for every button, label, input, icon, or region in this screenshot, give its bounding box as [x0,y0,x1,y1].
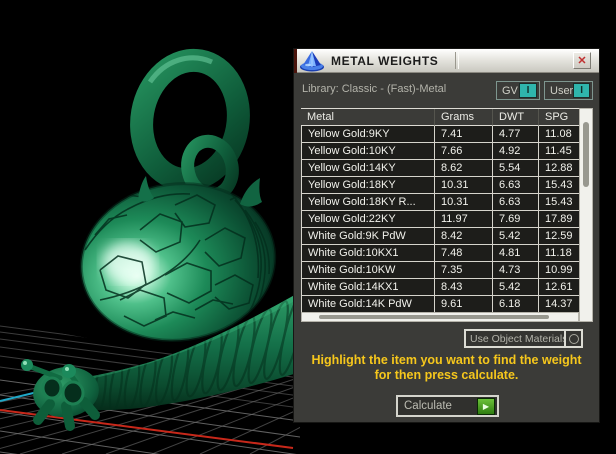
value-cell: 5.42 [493,228,539,245]
materials-dropdown[interactable]: Use Object Materials [464,329,583,348]
value-cell: 15.43 [539,194,579,211]
application-window: METAL WEIGHTS ✕ Library: Classic - (Fast… [0,0,616,454]
value-cell: 15.43 [539,177,579,194]
value-cell: 12.88 [539,160,579,177]
value-cell: 4.77 [493,126,539,143]
value-cell: 7.48 [435,245,493,262]
value-cell: 10.31 [435,177,493,194]
metal-name-cell: White Gold:10KW [301,262,435,279]
dropdown-circle-icon [568,333,579,344]
metal-name-cell: White Gold:14K PdW [301,296,435,312]
metal-name-cell: White Gold:14KX1 [301,279,435,296]
dialog-title: METAL WEIGHTS [331,54,439,68]
table-body: Yellow Gold:9KY 7.41 4.77 11.08 Yellow Gold:… [301,126,579,312]
value-cell: 4.92 [493,143,539,160]
gem-icon [300,51,324,72]
column-header-metal[interactable]: Metal [301,109,435,126]
instruction-line-2: for then press calculate. [374,368,519,382]
horizontal-scrollbar[interactable] [301,312,579,322]
close-icon: ✕ [577,54,587,67]
metal-name-cell: Yellow Gold:9KY [301,126,435,143]
table-row[interactable]: White Gold:9K PdW 8.42 5.42 12.59 [301,228,579,245]
value-cell: 6.63 [493,177,539,194]
table-row[interactable]: Yellow Gold:18KY 10.31 6.63 15.43 [301,177,579,194]
user-indicator: I [573,83,590,98]
metal-weights-dialog: METAL WEIGHTS ✕ Library: Classic - (Fast… [293,48,600,423]
value-cell: 14.37 [539,296,579,312]
instruction-line-1: Highlight the item you want to find the … [311,353,582,367]
value-cell: 11.45 [539,143,579,160]
snail-model [21,48,300,431]
value-cell: 8.43 [435,279,493,296]
value-cell: 10.99 [539,262,579,279]
table-row[interactable]: White Gold:10KW 7.35 4.73 10.99 [301,262,579,279]
vertical-scrollbar[interactable] [579,108,593,322]
titlebar-edge [294,49,297,73]
user-toggle-label: User [550,84,574,97]
dropdown-button[interactable] [564,331,581,346]
table-row[interactable]: White Gold:10KX1 7.48 4.81 11.18 [301,245,579,262]
value-cell: 7.35 [435,262,493,279]
column-header-dwt[interactable]: DWT [493,109,539,126]
metal-name-cell: White Gold:10KX1 [301,245,435,262]
metal-name-cell: Yellow Gold:14KY [301,160,435,177]
close-button[interactable]: ✕ [573,52,591,69]
metal-name-cell: Yellow Gold:22KY [301,211,435,228]
table-row[interactable]: Yellow Gold:14KY 8.62 5.54 12.88 [301,160,579,177]
metal-name-cell: Yellow Gold:18KY [301,177,435,194]
calculate-button[interactable]: Calculate ▶ [396,395,499,417]
calculate-play-icon: ▶ [477,397,495,415]
table-row[interactable]: Yellow Gold:18KY R... 10.31 6.63 15.43 [301,194,579,211]
value-cell: 5.54 [493,160,539,177]
library-label: Library: Classic - (Fast)-Metal [302,83,447,95]
value-cell: 11.08 [539,126,579,143]
table-row[interactable]: White Gold:14K PdW 9.61 6.18 14.37 [301,296,579,312]
gv-indicator: I [519,83,537,98]
value-cell: 5.42 [493,279,539,296]
table-row[interactable]: White Gold:14KX1 8.43 5.42 12.61 [301,279,579,296]
column-header-grams[interactable]: Grams [435,109,493,126]
table-clip: Metal Grams DWT SPG Yellow Gold:9KY 7.41 4.77… [301,108,579,312]
value-cell: 11.97 [435,211,493,228]
user-toggle[interactable]: User I [544,81,593,100]
table-row[interactable]: Yellow Gold:10KY 7.66 4.92 11.45 [301,143,579,160]
library-row: Library: Classic - (Fast)-Metal GV I Use… [294,73,599,107]
value-cell: 8.62 [435,160,493,177]
instruction-text: Highlight the item you want to find the … [294,353,599,383]
titlebar-divider [455,52,459,69]
value-cell: 4.73 [493,262,539,279]
value-cell: 7.41 [435,126,493,143]
value-cell: 6.18 [493,296,539,312]
table-header: Metal Grams DWT SPG [301,109,579,126]
value-cell: 6.63 [493,194,539,211]
value-cell: 12.59 [539,228,579,245]
horizontal-scrollbar-thumb[interactable] [319,315,549,319]
materials-dropdown-value: Use Object Materials [470,332,564,345]
value-cell: 4.81 [493,245,539,262]
value-cell: 11.18 [539,245,579,262]
value-cell: 7.69 [493,211,539,228]
table-row[interactable]: Yellow Gold:9KY 7.41 4.77 11.08 [301,126,579,143]
value-cell: 17.89 [539,211,579,228]
calculate-label: Calculate [404,400,452,412]
snail-legs [33,397,100,431]
value-cell: 9.61 [435,296,493,312]
column-header-spg[interactable]: SPG [539,109,579,126]
gv-toggle-label: GV [502,84,518,97]
value-cell: 7.66 [435,143,493,160]
table-row[interactable]: Yellow Gold:22KY 11.97 7.69 17.89 [301,211,579,228]
pendant-bail [130,48,250,202]
value-cell: 8.42 [435,228,493,245]
metal-name-cell: White Gold:9K PdW [301,228,435,245]
vertical-scrollbar-thumb[interactable] [583,122,589,187]
dialog-titlebar[interactable]: METAL WEIGHTS ✕ [294,49,599,73]
shell-horn-right [240,178,262,207]
metal-name-cell: Yellow Gold:10KY [301,143,435,160]
value-cell: 10.31 [435,194,493,211]
metals-table: Metal Grams DWT SPG Yellow Gold:9KY 7.41 4.77… [301,108,593,322]
value-cell: 12.61 [539,279,579,296]
metal-name-cell: Yellow Gold:18KY R... [301,194,435,211]
gv-toggle[interactable]: GV I [496,81,540,100]
